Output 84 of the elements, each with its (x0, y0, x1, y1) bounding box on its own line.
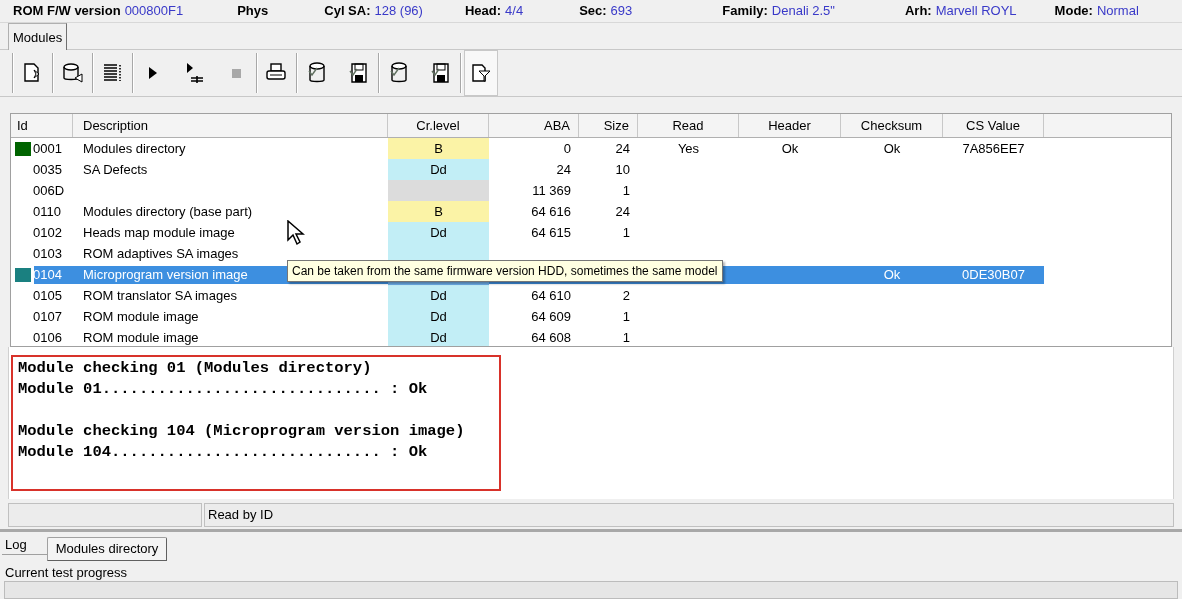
table-cell-text: 1 (622, 329, 630, 347)
column-header[interactable]: ABA (489, 114, 579, 138)
status-panel: Read by ID (204, 503, 1174, 528)
info-label: Arh: (904, 2, 932, 21)
table-cell-text: 0105 (33, 287, 62, 306)
table-cell-text: 0001 (33, 140, 62, 159)
info-value: Marvell ROYL (935, 2, 1017, 21)
table-cell-text: Modules directory (base part) (83, 203, 253, 222)
progress-label: Current test progress (4, 563, 128, 579)
table-cell-text: SA Defects (83, 161, 148, 180)
info-value: 128 (96) (374, 2, 423, 21)
table-cell-text: 11 369 (532, 182, 571, 201)
table-cell-text: 24 (615, 203, 630, 222)
table-cell-text: Ok (781, 140, 799, 159)
table-cell-text: 0 (563, 140, 571, 159)
info-label: Mode: (1054, 2, 1093, 21)
level-cell: Dd (388, 285, 489, 307)
info-label: Sec: (579, 2, 607, 21)
level-cell: B (388, 201, 489, 223)
info-label: Cyl SA: (324, 2, 371, 21)
cursor-icon (287, 220, 305, 247)
table-cell-text: 7A856EE7 (962, 140, 1025, 159)
level-cell: Dd (388, 159, 489, 181)
log-line: Module checking 01 (Modules directory) (18, 358, 372, 380)
table-cell-text: 0102 (33, 224, 62, 243)
level-cell: Dd (388, 327, 489, 347)
level-cell: Dd (388, 306, 489, 328)
table-cell-text: 64 616 (531, 203, 571, 222)
table-cell-text: ROM module image (83, 329, 199, 347)
table-cell-text: Ok (883, 266, 901, 285)
table-cell-text: 1 (622, 224, 630, 243)
info-label: Head: (464, 2, 502, 21)
table-cell-text: 2 (622, 287, 630, 306)
table-cell-text: 006D (33, 182, 65, 201)
level-cell: B (388, 138, 489, 160)
table-cell-text: 0110 (33, 203, 61, 222)
table-cell-text: 1 (622, 308, 630, 327)
column-header[interactable]: Size (579, 114, 638, 138)
column-header[interactable]: Cr.level (388, 114, 489, 138)
table-cell-text: 0103 (33, 245, 62, 264)
table-cell-text: 0035 (33, 161, 62, 180)
table-cell-text: 64 610 (531, 287, 571, 306)
log-line: Module checking 104 (Microprogram version image) (18, 421, 465, 443)
column-header[interactable]: Id (11, 114, 73, 138)
tab[interactable]: Modules directory (46, 537, 168, 562)
table-cell-text: 64 609 (531, 308, 571, 327)
tooltip: Can be taken from the same firmware version HDD, sometimes the same model (287, 260, 723, 283)
table-cell-text: Heads map module image (83, 224, 235, 243)
info-value: 000800F1 (124, 2, 184, 21)
info-value: 693 (610, 2, 633, 21)
table-cell-text: 0107 (33, 308, 62, 327)
info-value: Denali 2.5" (771, 2, 835, 21)
column-header[interactable]: Checksum (841, 114, 943, 138)
table-cell-text: 64 615 (531, 224, 571, 243)
info-label: ROM F/W version (13, 2, 121, 21)
info-label: Family: (722, 2, 768, 21)
tab[interactable]: Modules (8, 23, 68, 51)
table-cell-text: ROM translator SA images (83, 287, 237, 306)
table-cell-text: 0106 (33, 329, 62, 347)
table-cell-text: Ok (883, 140, 901, 159)
column-header[interactable]: Header (739, 114, 841, 138)
level-cell: Dd (388, 222, 489, 244)
table-cell-text: 24 (615, 140, 630, 159)
table-cell-text: 64 608 (531, 329, 571, 347)
table-cell-text: 24 (556, 161, 571, 180)
toolbar-button[interactable] (464, 50, 498, 97)
info-value: 4/4 (505, 2, 524, 21)
table-cell-text: 1 (622, 182, 630, 201)
column-header[interactable]: CS Value (943, 114, 1044, 138)
table-cell-text: ROM module image (83, 308, 199, 327)
table-cell-text: 10 (615, 161, 630, 180)
table-cell-text: 0DE30B07 (962, 266, 1025, 285)
column-header[interactable]: Read (638, 114, 739, 138)
info-label: Phys (237, 2, 269, 21)
table-cell-text: ROM adaptives SA images (83, 245, 239, 264)
table-cell-text: Yes (677, 140, 700, 159)
table-cell-text: Modules directory (83, 140, 186, 159)
log-line: Module 01.............................. : Ok (18, 379, 428, 401)
column-header[interactable]: Description (73, 114, 388, 138)
log-line: Module 104............................. : Ok (18, 442, 428, 464)
tab[interactable]: Log (2, 535, 47, 556)
table-cell-text: Microprogram version image (83, 266, 248, 285)
table-cell-text: 0104 (33, 266, 62, 285)
info-value: Normal (1096, 2, 1139, 21)
